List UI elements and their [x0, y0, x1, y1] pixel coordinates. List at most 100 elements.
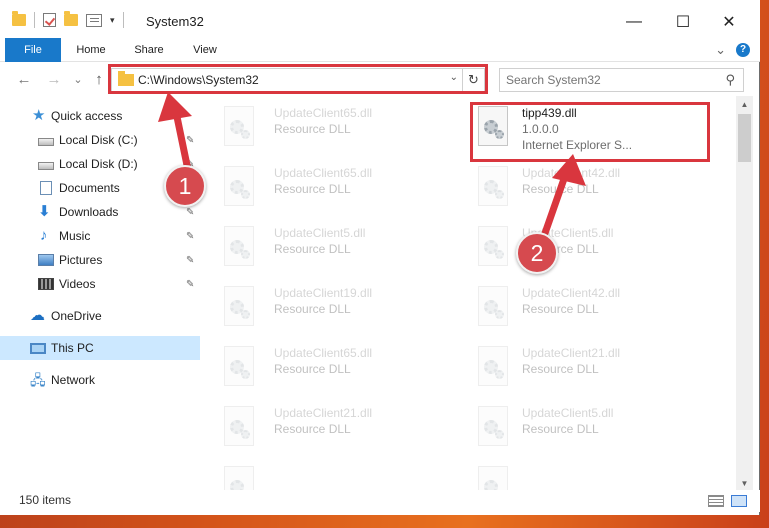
address-highlight-box [108, 64, 488, 94]
file-tile[interactable]: UpdateClient65.dll Resource DLL [210, 160, 450, 216]
toolbar-separator [122, 12, 124, 28]
file-name: UpdateClient21.dll [522, 346, 621, 360]
tab-file[interactable]: File [5, 38, 61, 62]
pin-icon[interactable]: ✎ [186, 135, 194, 146]
file-tile[interactable]: UpdateClient5.dll Resource DLL [210, 220, 450, 276]
file-name: UpdateClient42.dll [522, 166, 621, 180]
dll-file-icon [222, 106, 258, 150]
file-name: UpdateClient65.dll [274, 346, 373, 360]
sidebar-item-label: Local Disk (D:) [59, 157, 138, 171]
navigation-pane: ★ Quick access Local Disk (C:) ✎ Local D… [0, 100, 200, 492]
dll-file-icon [476, 406, 512, 450]
file-tile[interactable]: UpdateClient5.dll Resource DLL [464, 400, 704, 456]
pictures-icon [38, 254, 54, 266]
sidebar-item-label: This PC [51, 341, 94, 355]
folder-icon [12, 11, 26, 26]
cloud-icon: ☁ [30, 307, 45, 324]
recent-locations-chevron-icon[interactable]: ⌄ [68, 70, 88, 90]
scroll-up-icon[interactable]: ▲ [736, 96, 753, 113]
file-type: Resource DLL [522, 362, 599, 376]
window-title: System32 [146, 14, 204, 29]
file-tile[interactable] [464, 460, 704, 490]
vertical-scrollbar[interactable]: ▲ ▼ [736, 96, 753, 492]
network-icon: 🖧 [30, 372, 46, 388]
dll-file-icon [222, 286, 258, 330]
dll-file-icon [222, 226, 258, 270]
properties-check-icon[interactable] [43, 13, 56, 27]
close-button[interactable]: ✕ [706, 8, 752, 36]
sidebar-item-onedrive[interactable]: ☁ OneDrive [0, 304, 200, 328]
file-tile[interactable]: UpdateClient5.dll Resource DLL [464, 220, 704, 276]
file-name: UpdateClient5.dll [274, 226, 366, 240]
file-tile[interactable]: UpdateClient65.dll Resource DLL [210, 340, 450, 396]
file-name: UpdateClient65.dll [274, 106, 373, 120]
up-button[interactable]: ↑ [89, 70, 109, 90]
documents-icon [40, 181, 52, 195]
file-tile[interactable]: UpdateClient21.dll Resource DLL [464, 340, 704, 396]
search-input[interactable] [506, 73, 706, 87]
scrollbar-thumb[interactable] [738, 114, 751, 162]
sidebar-item-this-pc[interactable]: This PC [0, 336, 200, 360]
file-tile[interactable] [210, 460, 450, 490]
sidebar-item-pictures[interactable]: Pictures ✎ [0, 248, 200, 272]
minimize-button[interactable]: — [611, 8, 657, 36]
search-icon[interactable]: ⚲ [725, 72, 735, 88]
callout-2-badge: 2 [516, 232, 558, 274]
sidebar-item-label: Music [59, 229, 91, 243]
file-type: Resource DLL [274, 242, 351, 256]
sidebar-item-downloads[interactable]: ⬇ Downloads ✎ [0, 200, 200, 224]
callout-1-badge: 1 [164, 165, 206, 207]
file-type: Resource DLL [274, 362, 351, 376]
file-tile[interactable]: UpdateClient19.dll Resource DLL [210, 280, 450, 336]
new-folder-icon[interactable] [64, 11, 78, 26]
sidebar-item-music[interactable]: ♪ Music ✎ [0, 224, 200, 248]
file-type: Resource DLL [274, 302, 351, 316]
expand-ribbon-chevron-icon[interactable]: ⌄ [715, 42, 726, 58]
file-highlight-box [470, 102, 710, 162]
file-type: Resource DLL [522, 302, 599, 316]
dll-file-icon [222, 406, 258, 450]
back-button[interactable]: ← [14, 70, 34, 90]
sidebar-item-videos[interactable]: Videos ✎ [0, 272, 200, 296]
quick-access-toolbar: ▾ [12, 11, 124, 28]
tab-share[interactable]: Share [126, 38, 172, 62]
file-tile[interactable]: UpdateClient42.dll Resource DLL [464, 280, 704, 336]
file-tile[interactable]: UpdateClient65.dll Resource DLL [210, 100, 450, 156]
sidebar-item-quick-access[interactable]: ★ Quick access [0, 104, 200, 128]
item-count: 150 items [19, 493, 72, 507]
dll-file-icon [222, 346, 258, 390]
search-box[interactable]: ⚲ [499, 68, 744, 92]
large-icons-view-icon[interactable] [731, 495, 747, 507]
dll-file-icon [476, 346, 512, 390]
file-tile[interactable]: UpdateClient42.dll Resource DLL [464, 160, 704, 216]
file-type: Resource DLL [274, 182, 351, 196]
videos-icon [38, 278, 54, 290]
downloads-icon: ⬇ [38, 203, 51, 220]
disk-icon [38, 137, 54, 146]
pin-icon[interactable]: ✎ [186, 231, 194, 242]
sidebar-item-label: Network [51, 373, 96, 387]
file-tile[interactable]: UpdateClient21.dll Resource DLL [210, 400, 450, 456]
ribbon-tabs: File Home Share View ⌄ ? [0, 38, 760, 62]
music-icon: ♪ [40, 227, 48, 244]
pin-icon[interactable]: ✎ [186, 255, 194, 266]
pin-icon[interactable]: ✎ [186, 279, 194, 290]
star-icon: ★ [32, 107, 46, 124]
pin-icon[interactable]: ✎ [186, 207, 194, 218]
help-icon[interactable]: ? [736, 43, 750, 57]
details-view-icon[interactable] [708, 495, 724, 507]
maximize-button[interactable]: ☐ [660, 8, 706, 36]
file-name: UpdateClient19.dll [274, 286, 373, 300]
file-type: Resource DLL [274, 122, 351, 136]
tab-home[interactable]: Home [68, 38, 114, 62]
sidebar-item-label: Quick access [51, 109, 123, 123]
forward-button[interactable]: → [44, 70, 64, 90]
disk-icon [38, 161, 54, 170]
customize-toolbar-chevron-icon[interactable]: ▾ [110, 15, 115, 26]
file-type: Resource DLL [522, 422, 599, 436]
sidebar-item-network[interactable]: 🖧 Network [0, 368, 200, 392]
tab-view[interactable]: View [182, 38, 228, 62]
properties-icon[interactable] [86, 13, 102, 27]
sidebar-item-local-disk-c[interactable]: Local Disk (C:) ✎ [0, 128, 200, 152]
ribbon-controls: ⌄ ? [715, 42, 750, 58]
